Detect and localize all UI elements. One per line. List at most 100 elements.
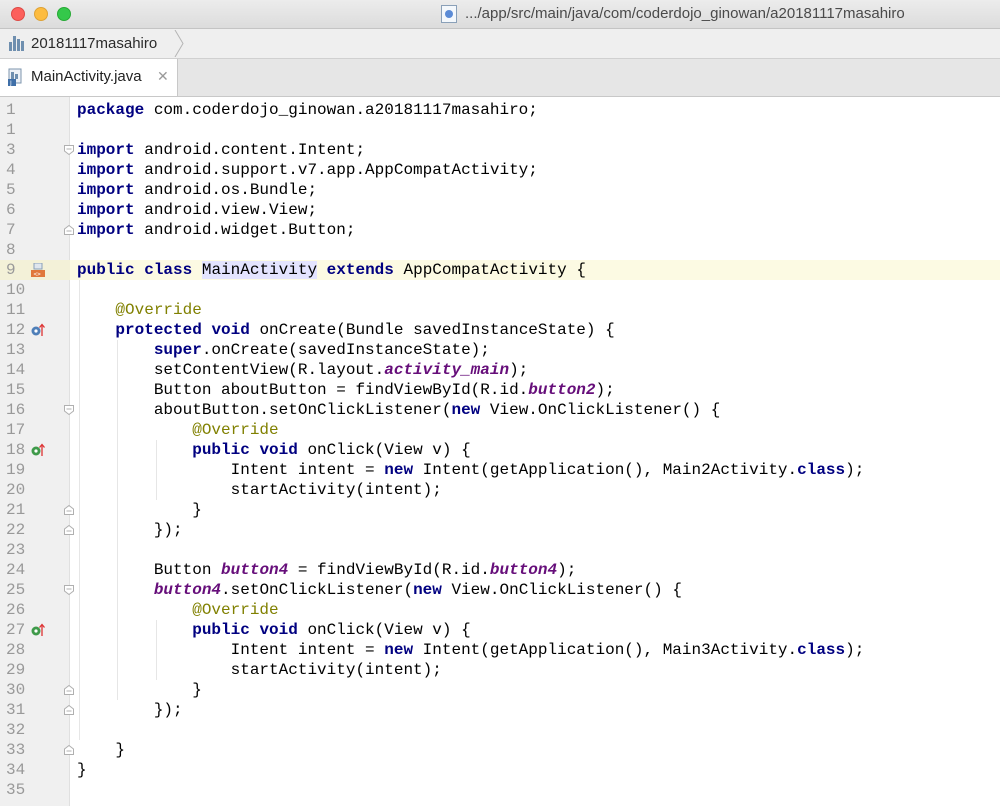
code-text: } [77,681,202,699]
line-number: 21 [6,501,26,519]
code-text: import android.view.View; [77,201,318,219]
minimize-window-button[interactable] [34,7,48,21]
fold-toggle-icon[interactable] [64,405,74,415]
window-title: .../app/src/main/java/com/coderdojo_gino… [465,5,905,22]
code-line[interactable]: 15 Button aboutButton = findViewById(R.i… [0,380,1000,400]
code-line[interactable]: 29 startActivity(intent); [0,660,1000,680]
editor-tab-bar: J MainActivity.java ✕ [0,59,1000,97]
code-line[interactable]: 7 import android.widget.Button; [0,220,1000,240]
breadcrumb-chevron-icon [174,30,184,57]
line-number: 4 [6,161,16,179]
fold-toggle-icon[interactable] [64,145,74,155]
code-line[interactable]: 23 [0,540,1000,560]
tab-close-icon[interactable]: ✕ [157,68,169,85]
line-number: 34 [6,761,26,779]
code-text: super.onCreate(savedInstanceState); [153,341,490,359]
code-line[interactable]: 4 import android.support.v7.app.AppCompat… [0,160,1000,180]
code-text: Intent intent = new Intent(getApplicatio… [77,641,865,659]
code-text: @Override [192,421,279,439]
line-number: 3 [6,141,16,159]
code-text: public class MainActivity extends AppCom… [77,261,586,279]
code-line[interactable]: 34} [0,760,1000,780]
code-line[interactable]: 27 public void onClick(View v) { [0,620,1000,640]
code-text: @Override [192,601,279,619]
code-text: Intent intent = new Intent(getApplicatio… [77,461,865,479]
code-line[interactable]: 32 [0,720,1000,740]
implement-method-icon[interactable] [31,443,45,457]
code-line[interactable]: 31 }); [0,700,1000,720]
code-line[interactable]: 16 aboutButton.setOnClickListener(new Vi… [0,400,1000,420]
code-line[interactable]: 24 Button button4 = findViewById(R.id.bu… [0,560,1000,580]
fold-end-icon[interactable] [64,505,74,515]
window-titlebar: .../app/src/main/java/com/coderdojo_gino… [0,0,1000,29]
tab-mainactivity-java[interactable]: J MainActivity.java ✕ [0,59,178,96]
code-line[interactable]: 28 Intent intent = new Intent(getApplica… [0,640,1000,660]
code-text: startActivity(intent); [77,481,442,499]
code-line[interactable]: 20 startActivity(intent); [0,480,1000,500]
code-text: public void onClick(View v) { [192,441,471,459]
code-line[interactable]: 35 [0,780,1000,800]
code-editor[interactable]: 1 package com.coderdojo_ginowan.a20181117… [0,97,1000,806]
fold-end-icon[interactable] [64,225,74,235]
implement-method-icon[interactable] [31,623,45,637]
code-line[interactable]: 21 } [0,500,1000,520]
code-text: }); [77,701,183,719]
code-text: @Override [115,301,202,319]
navigation-bar: 20181117masahiro [0,29,1000,59]
line-number: 30 [6,681,26,699]
code-line[interactable]: 17 @Override [0,420,1000,440]
layout-related-icon[interactable]: <> [31,263,45,277]
code-text: setContentView(R.layout.activity_main); [77,361,529,379]
code-line[interactable]: 19 Intent intent = new Intent(getApplica… [0,460,1000,480]
line-number: 31 [6,701,26,719]
code-line[interactable]: 1 package com.coderdojo_ginowan.a20181117… [0,100,1000,120]
line-number: 11 [6,301,26,319]
code-line[interactable]: 1 [0,120,1000,140]
code-line[interactable]: 25 button4.setOnClickListener(new View.O… [0,580,1000,600]
line-number: 28 [6,641,26,659]
line-number: 22 [6,521,26,539]
code-line[interactable]: 22 }); [0,520,1000,540]
tab-label: MainActivity.java [31,68,142,85]
fold-toggle-icon[interactable] [64,585,74,595]
code-line[interactable]: 18 public void onClick(View v) { [0,440,1000,460]
code-text: import android.content.Intent; [77,141,366,159]
line-number: 23 [6,541,26,559]
line-number: 5 [6,181,16,199]
line-number: 32 [6,721,26,739]
project-module-icon [9,36,25,51]
maximize-window-button[interactable] [57,7,71,21]
code-text: protected void onCreate(Bundle savedInst… [115,321,615,339]
close-window-button[interactable] [11,7,25,21]
fold-end-icon[interactable] [64,705,74,715]
fold-end-icon[interactable] [64,685,74,695]
breadcrumb-project[interactable]: 20181117masahiro [31,35,157,52]
code-line[interactable]: 6 import android.view.View; [0,200,1000,220]
line-number: 29 [6,661,26,679]
code-text: button4.setOnClickListener(new View.OnCl… [153,581,682,599]
code-line[interactable]: 14 setContentView(R.layout.activity_main… [0,360,1000,380]
java-file-icon: J [8,68,22,86]
fold-end-icon[interactable] [64,525,74,535]
line-number: 19 [6,461,26,479]
code-text: } [77,501,202,519]
code-line[interactable]: 33 } [0,740,1000,760]
fold-end-icon[interactable] [64,745,74,755]
code-line[interactable]: 12 protected void onCreate(Bundle savedI… [0,320,1000,340]
code-line[interactable]: 26 @Override [0,600,1000,620]
line-number: 26 [6,601,26,619]
line-number: 15 [6,381,26,399]
override-method-icon[interactable] [31,323,45,337]
code-line[interactable]: 5 import android.os.Bundle; [0,180,1000,200]
line-number: 35 [6,781,26,799]
code-line[interactable]: 3 import android.content.Intent; [0,140,1000,160]
code-line[interactable]: 11 @Override [0,300,1000,320]
line-number: 25 [6,581,26,599]
code-text: public void onClick(View v) { [192,621,471,639]
code-line[interactable]: 9 <> public class MainActivity extends App… [0,260,1000,280]
code-line[interactable]: 13 super.onCreate(savedInstanceState); [0,340,1000,360]
code-line[interactable]: 30 } [0,680,1000,700]
code-line[interactable]: 10 [0,280,1000,300]
code-line[interactable]: 8 [0,240,1000,260]
code-text: package com.coderdojo_ginowan.a20181117m… [77,101,538,119]
